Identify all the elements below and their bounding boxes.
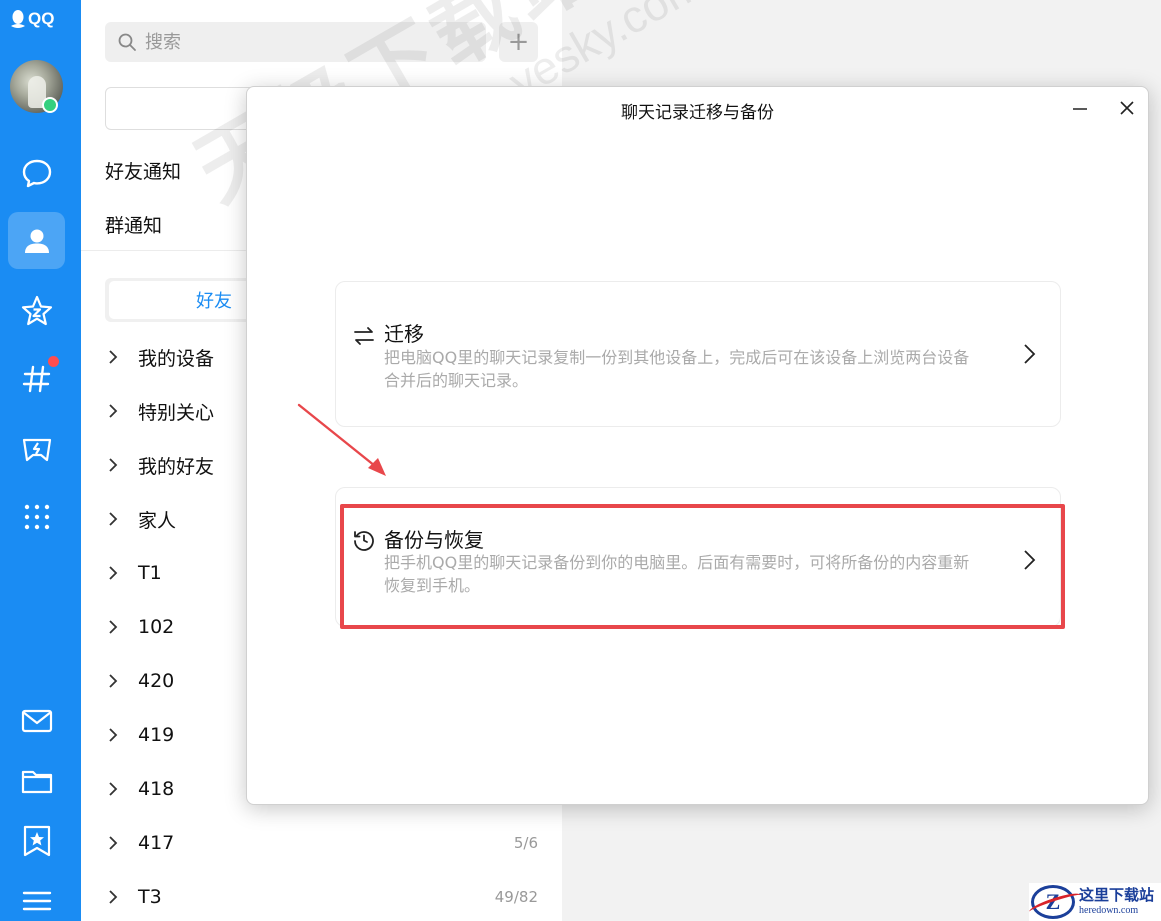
logo-mark: Z <box>1031 885 1075 919</box>
chevron-right-icon <box>109 782 118 796</box>
chevron-right-icon <box>109 566 118 580</box>
apps-grid-icon <box>24 504 49 529</box>
nav-favorites[interactable] <box>8 812 65 869</box>
online-status-dot <box>42 97 58 113</box>
bookmark-star-icon <box>23 825 50 856</box>
group-row[interactable]: 417 5/6 <box>105 828 538 858</box>
mail-icon <box>21 709 52 732</box>
nav-games[interactable] <box>8 420 65 477</box>
penguin-icon <box>11 10 25 28</box>
search-input[interactable] <box>145 31 445 53</box>
minimize-button[interactable] <box>1067 95 1093 121</box>
pointer-arrow <box>297 403 386 476</box>
nav-apps[interactable] <box>8 488 65 545</box>
dialog-title: 聊天记录迁移与备份 <box>621 103 774 123</box>
group-label: 419 <box>138 724 175 746</box>
brand-text: QQ <box>28 9 55 28</box>
contacts-icon <box>24 229 49 253</box>
migrate-card[interactable]: 迁移 把电脑QQ里的聊天记录复制一份到其他设备上，完成后可在该设备上浏览两台设备… <box>335 281 1061 427</box>
search-icon <box>118 33 136 51</box>
chevron-right-icon <box>109 836 118 850</box>
group-label: T3 <box>138 886 162 908</box>
group-label: 我的好友 <box>138 455 215 478</box>
nav-zone[interactable] <box>8 282 65 339</box>
heredown-logo: Z 这里下载站 heredown.com <box>1029 883 1161 921</box>
group-label: 家人 <box>138 509 177 532</box>
group-count: 49/82 <box>494 888 538 906</box>
qq-logo: QQ <box>10 8 54 30</box>
nav-rail: QQ <box>0 0 81 921</box>
nav-chat[interactable] <box>8 144 65 201</box>
folder-icon <box>21 770 52 793</box>
game-controller-icon <box>22 438 51 461</box>
minimize-icon <box>1073 108 1087 110</box>
hamburger-menu-icon <box>22 891 51 910</box>
logo-name: 这里下载站 <box>1079 886 1155 904</box>
group-label: T1 <box>138 562 162 584</box>
hashtag-icon <box>22 365 50 392</box>
star-icon <box>21 295 52 325</box>
group-label: 418 <box>138 778 175 800</box>
group-label: 我的设备 <box>138 347 215 370</box>
highlight-box <box>340 504 1065 629</box>
group-row[interactable]: T3 49/82 <box>105 882 538 912</box>
nav-files[interactable] <box>8 752 65 809</box>
notification-dot <box>48 356 59 367</box>
friend-notice[interactable]: 好友通知 <box>105 157 181 184</box>
chevron-right-icon <box>109 728 118 742</box>
close-icon <box>1120 101 1134 115</box>
migrate-description: 把电脑QQ里的聊天记录复制一份到其他设备上，完成后可在该设备上浏览两台设备合并后… <box>384 348 970 390</box>
chevron-right-icon <box>109 890 118 904</box>
nav-mail[interactable] <box>8 692 65 749</box>
group-notice[interactable]: 群通知 <box>105 211 162 238</box>
add-button[interactable]: + <box>499 22 538 62</box>
group-count: 5/6 <box>513 834 538 852</box>
logo-url: heredown.com <box>1079 905 1139 916</box>
close-button[interactable] <box>1114 95 1140 121</box>
chevron-right-icon <box>109 350 118 364</box>
migrate-title: 迁移 <box>384 322 424 346</box>
nav-contacts[interactable] <box>8 212 65 269</box>
chevron-right-icon <box>109 458 118 472</box>
chevron-right-icon <box>109 674 118 688</box>
nav-menu[interactable] <box>8 872 65 921</box>
chat-bubble-icon <box>22 159 51 187</box>
swap-arrows-icon <box>354 327 374 345</box>
group-label: 420 <box>138 670 175 692</box>
group-label: 417 <box>138 832 175 854</box>
chevron-right-icon <box>1024 344 1036 364</box>
chevron-right-icon <box>109 404 118 418</box>
group-label: 特别关心 <box>138 401 215 424</box>
plus-icon: + <box>507 27 530 57</box>
search-box[interactable] <box>105 22 486 62</box>
group-label: 102 <box>138 616 175 638</box>
chevron-right-icon <box>109 620 118 634</box>
chevron-right-icon <box>109 512 118 526</box>
